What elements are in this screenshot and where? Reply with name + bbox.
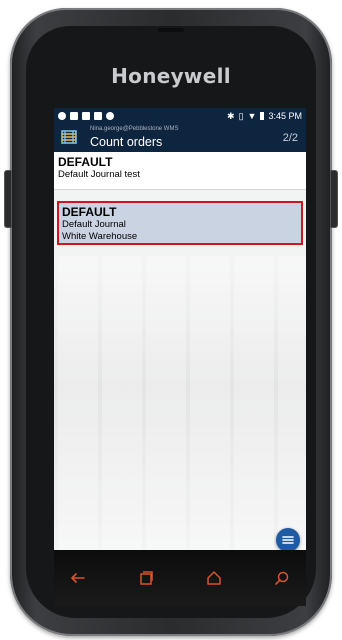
item-description: Default Journal	[62, 219, 126, 230]
search-button[interactable]	[268, 564, 296, 592]
recent-apps-icon	[140, 571, 153, 585]
back-arrow-icon	[70, 573, 85, 583]
pebblestone-logo-icon[interactable]	[60, 128, 78, 146]
wifi-icon: ▼	[247, 111, 257, 121]
notification-icon	[70, 112, 78, 120]
hardware-nav-bar	[54, 550, 306, 606]
home-button[interactable]	[200, 564, 228, 592]
item-title: DEFAULT	[58, 155, 113, 169]
user-label: Nina.george@Pebblestone WMS	[90, 126, 179, 132]
notification-icon	[58, 112, 66, 120]
vibrate-icon: ▯	[238, 110, 244, 121]
menu-icon	[282, 536, 294, 544]
menu-fab-button[interactable]	[276, 528, 300, 550]
app-screen: ✱ ▯ ▼ 3:45 PM Nina.george@Pebblestone WM…	[54, 108, 306, 550]
battery-icon	[260, 112, 265, 120]
notification-icon	[82, 112, 90, 120]
search-icon	[275, 571, 289, 585]
earpiece-speaker	[158, 28, 184, 32]
status-bar: ✱ ▯ ▼ 3:45 PM	[54, 108, 306, 124]
notification-icon	[94, 112, 102, 120]
item-location: White Warehouse	[62, 231, 138, 242]
recent-apps-button[interactable]	[132, 564, 160, 592]
count-orders-list: DEFAULT Default Journal test DEFAULT Def…	[54, 152, 306, 245]
back-button[interactable]	[64, 564, 92, 592]
android-icon	[106, 112, 114, 120]
bluetooth-icon: ✱	[227, 110, 235, 121]
list-item-selected[interactable]: DEFAULT Default Journal White Warehouse	[57, 201, 303, 245]
left-side-button	[4, 170, 12, 228]
status-left-icons	[58, 112, 114, 120]
list-item[interactable]: DEFAULT Default Journal test	[54, 152, 306, 190]
item-title: DEFAULT	[62, 205, 117, 219]
app-header: Nina.george@Pebblestone WMS Count orders…	[54, 124, 306, 152]
status-right-icons: ✱ ▯ ▼ 3:45 PM	[227, 111, 302, 122]
device-brand-logo: Honeywell	[111, 64, 231, 88]
warehouse-background-image	[54, 256, 306, 550]
list-gap	[54, 190, 306, 201]
status-time: 3:45 PM	[268, 111, 302, 121]
item-description: Default Journal test	[58, 169, 140, 180]
right-side-button	[330, 170, 338, 228]
home-icon	[207, 571, 221, 585]
page-title: Count orders	[90, 135, 163, 149]
page-counter: 2/2	[282, 132, 298, 144]
